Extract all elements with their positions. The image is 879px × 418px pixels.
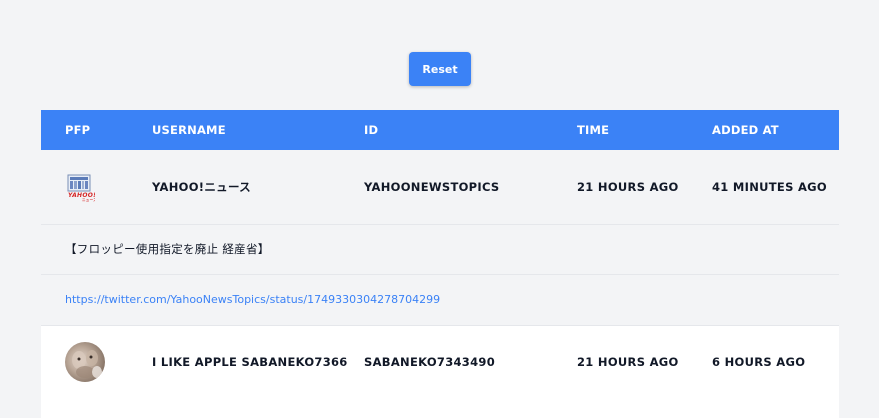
tweet-text-row: 【フロッピー使用指定を廃止 経産省】 [41,224,839,274]
id-cell: YAHOONEWSTOPICS [364,179,500,194]
table-header: PFP USERNAME ID TIME ADDED AT [41,110,839,150]
tweet-link-row: https://twitter.com/YahooNewsTopics/stat… [41,274,839,325]
tweets-table-container: PFP USERNAME ID TIME ADDED AT YAHOO! ニュー… [41,110,839,400]
tweet-text: 【フロッピー使用指定を廃止 経産省】 [65,242,270,256]
added-at-cell: 6 HOURS AGO [712,355,806,369]
reset-button[interactable]: Reset [409,52,471,86]
column-header-username: USERNAME [152,123,226,137]
pfp-cell [41,325,152,399]
column-header-added-at: ADDED AT [712,123,779,137]
tweets-table: PFP USERNAME ID TIME ADDED AT YAHOO! ニュー… [41,110,839,400]
column-header-pfp: PFP [65,123,91,137]
id-cell: SABANEKO7343490 [364,355,496,369]
svg-text:ニュース: ニュース [82,197,95,202]
username-cell: YAHOO!ニュース [152,179,251,194]
yahoo-news-logo-icon: YAHOO! ニュース [65,172,97,202]
time-cell: 21 HOURS AGO [577,355,679,369]
table-row: YAHOO! ニュース YAHOO!ニュース YAHOONEWSTOPICS 2… [41,150,839,224]
column-header-time: TIME [577,123,610,137]
column-header-id: ID [364,123,379,137]
time-cell: 21 HOURS AGO [577,179,679,194]
pfp-cell: YAHOO! ニュース [41,150,152,224]
table-row: I LIKE APPLE SABANEKO7366 SABANEKO734349… [41,325,839,399]
tweet-link-cell: https://twitter.com/YahooNewsTopics/stat… [41,274,839,325]
username-cell: I LIKE APPLE SABANEKO7366 [152,355,348,369]
cat-avatar-icon [65,342,105,382]
added-at-cell: 41 MINUTES AGO [712,179,827,194]
next-row-partial [41,398,839,418]
tweet-link[interactable]: https://twitter.com/YahooNewsTopics/stat… [65,293,440,306]
